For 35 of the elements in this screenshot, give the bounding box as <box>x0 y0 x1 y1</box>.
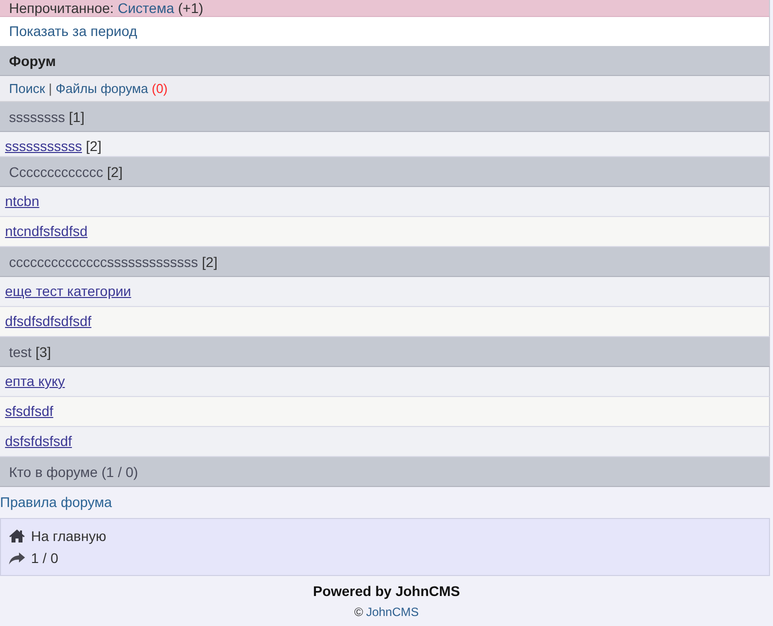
topic-count: [2] <box>86 138 102 154</box>
category-count: [1] <box>68 109 84 125</box>
period-link[interactable]: Показать за период <box>9 23 138 39</box>
counter-link[interactable]: 1 / 0 <box>31 550 58 566</box>
forum-link[interactable]: sssssssssss <box>5 138 82 154</box>
forum-link[interactable]: dfsdfsdfsdfsdf <box>5 313 92 329</box>
files-count: (0) <box>152 81 168 96</box>
category-count: [2] <box>107 164 123 180</box>
notice-link[interactable]: Система <box>118 0 174 16</box>
category-count: [2] <box>202 254 218 270</box>
forum-link[interactable]: епта куку <box>5 373 65 389</box>
category-count: [3] <box>35 344 52 360</box>
online-link[interactable]: Кто в форуме (1 / 0) <box>9 464 138 480</box>
home-link[interactable]: На главную <box>31 528 106 544</box>
rules-link[interactable]: Правила форума <box>0 487 112 518</box>
forum-title: Форум <box>9 53 56 69</box>
home-icon <box>9 529 25 543</box>
forum-link[interactable]: еще тест категории <box>5 283 132 299</box>
copyright-sign: © <box>354 605 364 619</box>
share-arrow-icon <box>9 552 25 564</box>
menu-separator: | <box>48 81 52 96</box>
forum-files-link[interactable]: Файлы форума <box>56 81 148 96</box>
search-link[interactable]: Поиск <box>9 81 46 96</box>
forum-link[interactable]: dsfsfdsfsdf <box>5 433 72 449</box>
category-link[interactable]: ssssssss <box>9 109 65 125</box>
powered-text: Powered by JohnCMS <box>312 583 460 599</box>
copyright-link[interactable]: JohnCMS <box>366 605 419 619</box>
forum-link[interactable]: ntcbn <box>5 193 40 209</box>
forum-link[interactable]: sfsdfsdf <box>5 403 54 419</box>
category-link[interactable]: ccccccccccccccsssssssssssss <box>9 254 198 270</box>
category-link[interactable]: test <box>9 344 32 360</box>
forum-link[interactable]: ntcndfsfsdfsd <box>5 223 88 239</box>
category-link[interactable]: Ccccccccccccc <box>9 164 104 180</box>
notice-count: (+1) <box>178 0 204 16</box>
notice-label: Непрочитанное: <box>9 0 114 16</box>
